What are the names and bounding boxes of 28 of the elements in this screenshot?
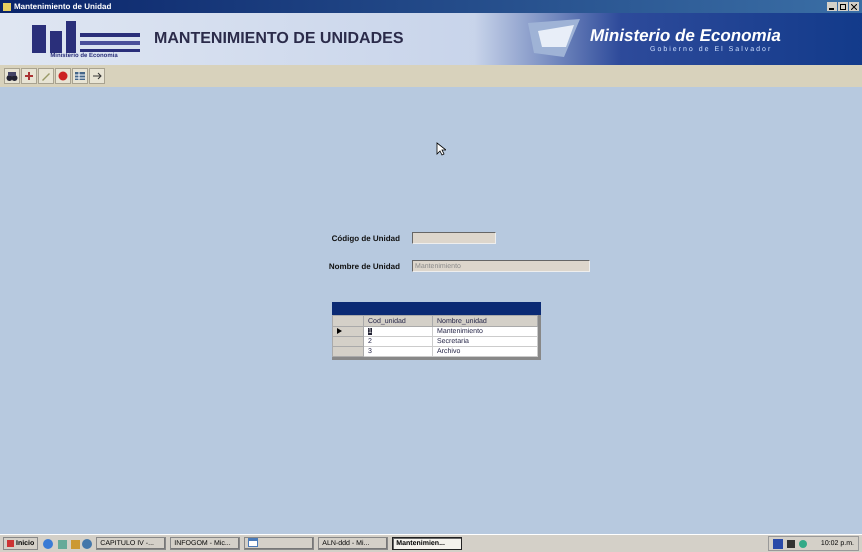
window-title: Mantenimiento de Unidad	[14, 2, 112, 11]
page-title: MANTENIMIENTO DE UNIDADES	[154, 30, 404, 48]
binoculars-icon	[6, 70, 18, 82]
table-icon	[74, 70, 86, 82]
search-button[interactable]	[4, 68, 20, 84]
delete-button[interactable]	[55, 68, 71, 84]
window-icon	[248, 538, 258, 547]
arrow-icon	[91, 70, 103, 82]
grid-button[interactable]	[72, 68, 88, 84]
close-icon	[851, 4, 857, 10]
stop-icon	[57, 70, 69, 82]
taskbar-button[interactable]	[244, 537, 314, 550]
app-icon	[3, 2, 11, 10]
field-label: Nombre de Unidad	[328, 262, 401, 270]
add-button[interactable]	[21, 68, 37, 84]
minimize-button[interactable]	[827, 2, 837, 11]
ministry-name: Ministerio de Economia	[590, 26, 781, 46]
mouse-pointer-icon	[436, 142, 446, 156]
pencil-icon	[40, 70, 52, 82]
maximize-button[interactable]	[838, 2, 848, 11]
row-pointer-icon	[337, 328, 342, 334]
exit-button[interactable]	[89, 68, 105, 84]
maximize-icon	[840, 4, 846, 10]
quick-launch-icons[interactable]	[42, 538, 92, 550]
field-label: Código de Unidad	[330, 234, 401, 242]
text-field[interactable]	[412, 232, 496, 244]
plus-icon	[23, 70, 35, 82]
close-button[interactable]	[849, 2, 859, 11]
